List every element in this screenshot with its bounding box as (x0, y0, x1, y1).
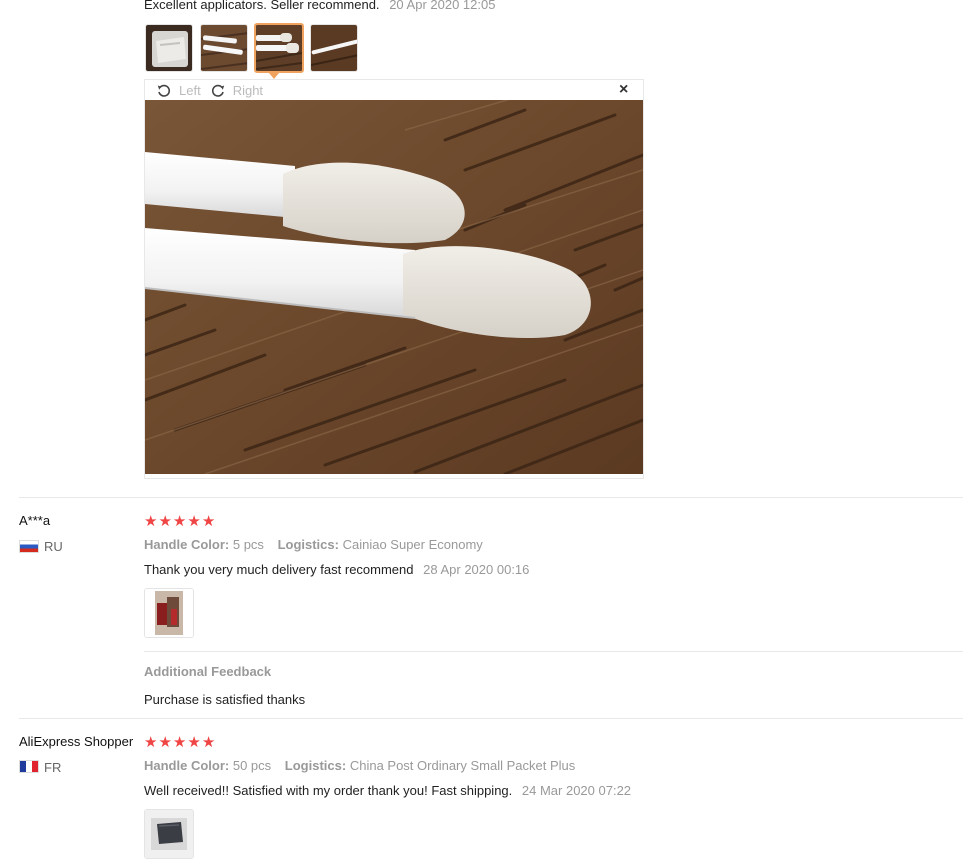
star-icon: ★ (201, 734, 216, 751)
review-attributes: Handle Color: 5 pcs Logistics: Cainiao S… (144, 537, 483, 552)
review-image-thumb[interactable] (144, 588, 194, 638)
additional-feedback-title: Additional Feedback (144, 664, 272, 679)
rotate-right-label[interactable]: Right (233, 83, 263, 99)
photo-applicators-on-wood (201, 25, 247, 71)
reviewer-name: AliExpress Shopper (19, 734, 134, 749)
review-attributes: Handle Color: 50 pcs Logistics: China Po… (144, 758, 576, 773)
star-rating: ★★★★★ (144, 733, 216, 752)
reviewer-name: A***a (19, 513, 51, 528)
photo-packaged-applicators (146, 25, 192, 71)
rotate-left-icon[interactable] (156, 83, 172, 99)
photo-single-applicator (311, 25, 357, 71)
rotate-left-label[interactable]: Left (179, 83, 201, 99)
review-date: 20 Apr 2020 12:05 (389, 0, 496, 12)
star-icon: ★ (172, 734, 187, 751)
photo-product-in-hand (145, 589, 193, 637)
review-separator (19, 718, 963, 719)
star-icon: ★ (187, 513, 201, 530)
photo-package (145, 810, 193, 858)
star-icon: ★ (187, 734, 201, 751)
review-separator (19, 497, 963, 498)
reviewer-country: RU (44, 539, 63, 554)
additional-feedback-text: Purchase is satisfied thanks (144, 692, 306, 707)
review-image-thumb[interactable] (200, 24, 248, 72)
flag-fr-icon (19, 760, 39, 773)
review-text: Well received!! Satisfied with my order … (144, 783, 632, 798)
star-icon: ★ (172, 513, 187, 530)
reviewer-country: FR (44, 760, 62, 775)
feedback-separator (144, 651, 963, 652)
star-rating: ★★★★★ (144, 512, 216, 531)
star-icon: ★ (144, 513, 158, 530)
viewer-toolbar: Left Right (156, 82, 263, 100)
rotate-right-icon[interactable] (210, 83, 226, 99)
review-image-thumb-selected[interactable] (254, 23, 304, 73)
star-icon: ★ (144, 734, 158, 751)
review-image-thumb[interactable] (144, 809, 194, 859)
star-icon: ★ (158, 734, 172, 751)
review-image-thumb[interactable] (145, 24, 193, 72)
image-viewer: Left Right × (144, 79, 644, 479)
photo-applicator-tips-closeup (256, 25, 302, 71)
review-text: Thank you very much delivery fast recomm… (144, 562, 530, 577)
star-icon: ★ (158, 513, 172, 530)
review-date: 28 Apr 2020 00:16 (423, 562, 530, 577)
review-text: Excellent applicators. Seller recommend.… (144, 0, 495, 13)
review-date: 24 Mar 2020 07:22 (521, 783, 632, 798)
flag-ru-icon (19, 540, 39, 553)
close-icon[interactable]: × (619, 80, 628, 100)
star-icon: ★ (201, 513, 216, 530)
review-image-thumb[interactable] (310, 24, 358, 72)
viewer-large-image (145, 100, 643, 474)
